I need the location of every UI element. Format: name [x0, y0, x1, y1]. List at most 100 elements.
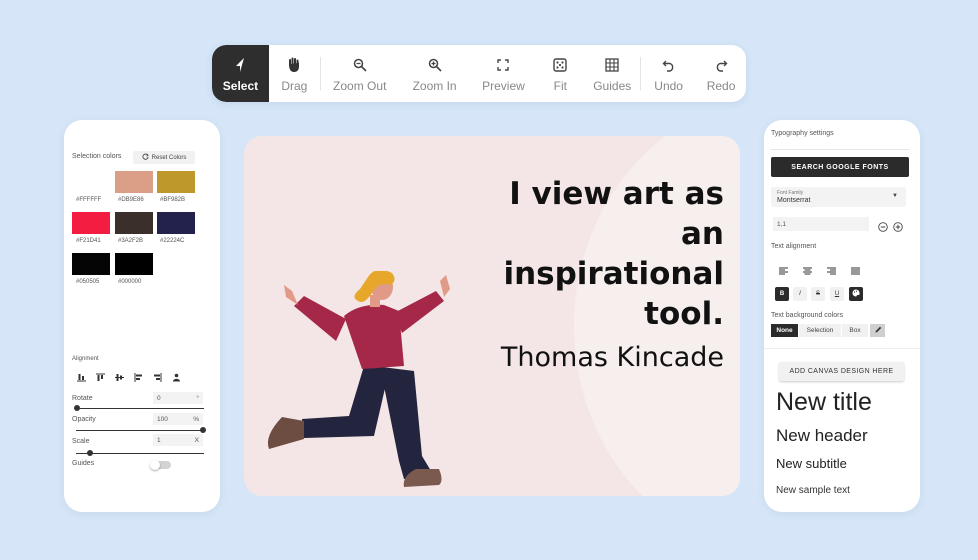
- palette-button[interactable]: [849, 287, 863, 301]
- rotate-label: Rotate: [72, 395, 93, 402]
- opacity-label: Opacity: [72, 416, 96, 423]
- redo-button[interactable]: Redo: [696, 45, 746, 102]
- quote-line: I view art as: [509, 176, 724, 212]
- minus-circle-icon[interactable]: [878, 219, 888, 237]
- scale-value: 1: [157, 436, 161, 444]
- fit-button[interactable]: Fit: [536, 45, 584, 102]
- palette-icon: [852, 289, 860, 299]
- rotate-slider-handle[interactable]: [74, 405, 80, 411]
- bg-none-button[interactable]: None: [771, 324, 798, 337]
- divider: [764, 348, 920, 349]
- align-top-icon[interactable]: [96, 369, 105, 387]
- design-canvas[interactable]: I view art as an inspirational tool. Tho…: [244, 136, 740, 496]
- color-swatch[interactable]: [115, 212, 153, 234]
- scale-input[interactable]: 1X: [153, 434, 203, 446]
- text-background-label: Text background colors: [771, 312, 843, 319]
- plus-circle-icon[interactable]: [893, 219, 903, 237]
- quote-line: inspirational: [503, 256, 724, 292]
- color-swatch[interactable]: [72, 212, 110, 234]
- preview-label: Preview: [482, 78, 525, 93]
- search-google-fonts-button[interactable]: SEARCH GOOGLE FONTS: [771, 157, 909, 177]
- divider: [771, 149, 909, 150]
- quote-author[interactable]: Thomas Kincade: [501, 342, 724, 373]
- text-alignment-label: Text alignment: [771, 243, 817, 250]
- preset-sample-text[interactable]: New sample text: [776, 485, 850, 496]
- preset-title[interactable]: New title: [776, 388, 872, 417]
- rotate-slider[interactable]: [76, 408, 204, 409]
- align-bottom-icon[interactable]: [77, 369, 86, 387]
- guides-button[interactable]: Guides: [584, 45, 640, 102]
- undo-button[interactable]: Undo: [641, 45, 696, 102]
- scale-slider[interactable]: [76, 453, 204, 454]
- rotate-unit: °: [196, 394, 199, 402]
- guides-label: Guides: [72, 460, 95, 467]
- color-swatch[interactable]: [72, 171, 110, 193]
- color-swatch[interactable]: [115, 171, 153, 193]
- color-swatch[interactable]: [157, 212, 195, 234]
- reset-colors-label: Reset Colors: [151, 154, 187, 161]
- reset-colors-button[interactable]: Reset Colors: [133, 151, 195, 164]
- opacity-value: 100: [157, 415, 168, 423]
- selection-properties-panel: Selection colors Reset Colors #FFFFFF #D…: [64, 120, 220, 512]
- fullscreen-icon: [497, 55, 510, 75]
- bg-selection-button[interactable]: Selection: [799, 324, 841, 337]
- zoom-out-button[interactable]: Zoom Out: [321, 45, 399, 102]
- opacity-input[interactable]: 100%: [153, 413, 203, 425]
- preset-subtitle[interactable]: New subtitle: [776, 456, 847, 471]
- bg-box-button[interactable]: Box: [842, 324, 868, 337]
- color-swatch[interactable]: [72, 253, 110, 275]
- guides-toggle[interactable]: [150, 460, 171, 470]
- add-canvas-design-button[interactable]: ADD CANVAS DESIGN HERE: [779, 362, 904, 381]
- color-swatch-label: #DB9E86: [118, 197, 144, 203]
- color-swatch-label: #F21D41: [76, 238, 101, 244]
- color-swatch-label: #BF982B: [160, 197, 186, 203]
- text-align-center-icon[interactable]: [803, 262, 812, 280]
- align-center-icon[interactable]: [172, 369, 181, 387]
- zoom-in-button[interactable]: Zoom In: [399, 45, 471, 102]
- italic-button[interactable]: I: [793, 287, 807, 301]
- font-family-select[interactable]: Font Family Montserrat ▼: [771, 187, 906, 207]
- quote-line: tool.: [644, 296, 724, 332]
- redo-label: Redo: [706, 78, 736, 93]
- drag-tool-button[interactable]: Drag: [269, 45, 320, 102]
- eyedropper-icon: [874, 326, 882, 336]
- bold-button[interactable]: B: [775, 287, 789, 301]
- text-alignment-buttons: [779, 262, 860, 280]
- scale-slider-handle[interactable]: [87, 450, 93, 456]
- preview-button[interactable]: Preview: [471, 45, 537, 102]
- quote-text-block[interactable]: I view art as an inspirational tool.: [474, 174, 724, 334]
- eyedropper-button[interactable]: [870, 324, 885, 337]
- opacity-slider-handle[interactable]: [200, 427, 206, 433]
- align-left-icon[interactable]: [134, 369, 143, 387]
- opacity-slider[interactable]: [76, 430, 204, 431]
- color-swatch-label: #FFFFFF: [76, 197, 102, 203]
- color-swatch-label: #22224C: [160, 238, 185, 244]
- grid-icon: [605, 55, 619, 75]
- alignment-label: Alignment: [72, 356, 99, 362]
- text-align-left-icon[interactable]: [779, 262, 788, 280]
- underline-button[interactable]: U: [830, 287, 844, 301]
- alignment-buttons: [77, 369, 181, 387]
- select-tool-button[interactable]: Select: [212, 45, 269, 102]
- zoom-in-label: Zoom In: [412, 78, 457, 93]
- line-height-input[interactable]: 1,1: [773, 217, 869, 231]
- rotate-input[interactable]: 0 °: [153, 392, 203, 404]
- color-swatch[interactable]: [115, 253, 153, 275]
- redo-icon: [714, 55, 728, 75]
- text-align-right-icon[interactable]: [827, 262, 836, 280]
- text-align-justify-icon[interactable]: [851, 262, 860, 280]
- zoom-out-label: Zoom Out: [333, 78, 387, 93]
- opacity-unit: %: [193, 415, 199, 423]
- align-right-icon[interactable]: [153, 369, 162, 387]
- rotate-value: 0: [157, 394, 161, 402]
- cursor-arrow-icon: [233, 55, 247, 75]
- toolbar: Select Drag Zoom Out Zoom In Preview Fit…: [212, 45, 746, 102]
- align-middle-icon[interactable]: [115, 369, 124, 387]
- strikethrough-button[interactable]: S: [811, 287, 825, 301]
- font-family-value: Montserrat: [777, 197, 811, 204]
- selection-colors-label: Selection colors: [72, 153, 122, 160]
- zoom-out-icon: [353, 55, 367, 75]
- preset-header[interactable]: New header: [776, 426, 868, 446]
- color-swatch[interactable]: [157, 171, 195, 193]
- hand-icon: [287, 55, 301, 75]
